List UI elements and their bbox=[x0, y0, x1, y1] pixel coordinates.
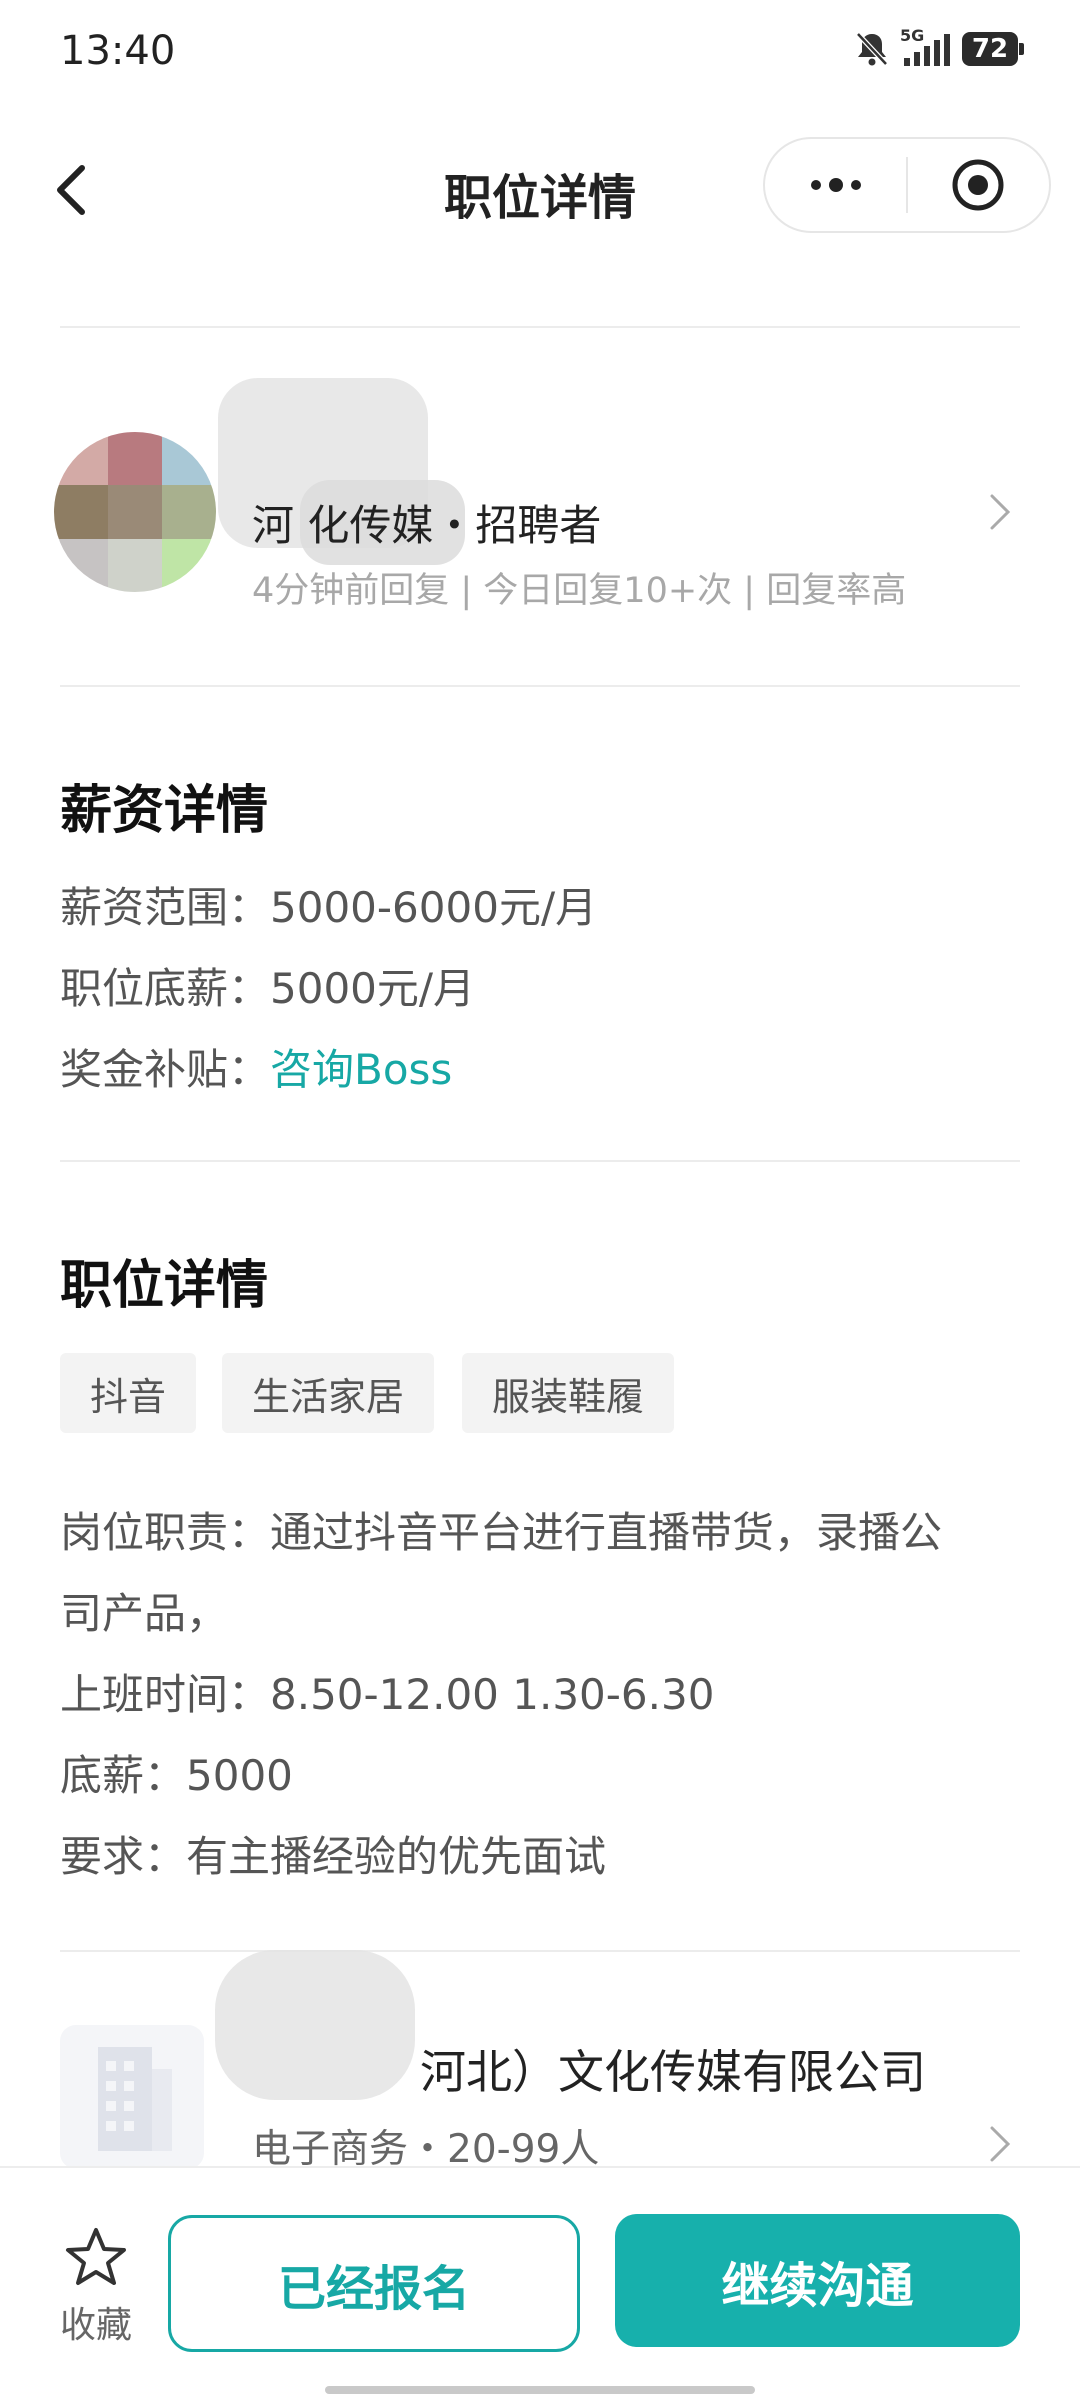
salary-range-label: 薪资范围： bbox=[60, 883, 271, 932]
status-icons: 5G 72 bbox=[854, 26, 1024, 68]
divider bbox=[60, 326, 1020, 328]
status-time: 13:40 bbox=[60, 28, 176, 74]
consult-boss-link[interactable]: 咨询Boss bbox=[270, 1045, 452, 1094]
job-section-title: 职位详情 bbox=[60, 1256, 269, 1316]
network-label: 5G bbox=[900, 26, 925, 45]
muted-bell-icon bbox=[856, 32, 888, 66]
company-name[interactable]: 河北）文化传媒有限公司 bbox=[420, 2036, 926, 2102]
chevron-right-icon bbox=[990, 2126, 1011, 2162]
home-indicator[interactable] bbox=[325, 2386, 755, 2394]
base-salary-value: 5000元/月 bbox=[270, 964, 476, 1013]
battery-level: 72 bbox=[971, 34, 1009, 64]
more-button[interactable] bbox=[765, 139, 906, 231]
battery-icon: 72 bbox=[962, 32, 1024, 66]
building-icon bbox=[98, 2047, 172, 2151]
divider bbox=[60, 685, 1020, 687]
description-line: 上班时间：8.50-12.00 1.30-6.30 bbox=[60, 1670, 715, 1719]
favorite-button[interactable]: 收藏 bbox=[52, 2226, 140, 2348]
base-salary-label: 职位底薪： bbox=[60, 964, 271, 1013]
company-logo[interactable] bbox=[60, 2025, 204, 2169]
miniprogram-capsule bbox=[763, 137, 1051, 233]
applied-button[interactable]: 已经报名 bbox=[168, 2215, 580, 2352]
recruiter-name: 河 化传媒・招聘者 bbox=[252, 501, 602, 550]
divider bbox=[60, 1160, 1020, 1162]
continue-chat-button[interactable]: 继续沟通 bbox=[615, 2214, 1020, 2347]
tag-douyin: 抖音 bbox=[60, 1353, 197, 1433]
divider bbox=[60, 1950, 1020, 1952]
description-line: 要求：有主播经验的优先面试 bbox=[60, 1832, 607, 1881]
avatar[interactable] bbox=[54, 432, 216, 592]
salary-range-value: 5000-6000元/月 bbox=[270, 883, 598, 932]
job-description: 岗位职责：通过抖音平台进行直播带货，录播公 司产品， 上班时间：8.50-12.… bbox=[60, 1492, 1020, 1897]
description-line: 岗位职责：通过抖音平台进行直播带货，录播公 bbox=[60, 1508, 943, 1557]
salary-range: 薪资范围：5000-6000元/月 bbox=[60, 874, 597, 935]
description-line: 司产品， bbox=[60, 1589, 229, 1638]
base-salary: 职位底薪：5000元/月 bbox=[60, 955, 475, 1016]
description-line: 底薪：5000 bbox=[60, 1751, 293, 1800]
bonus: 奖金补贴：咨询Boss bbox=[60, 1036, 452, 1097]
salary-section-title: 薪资详情 bbox=[60, 781, 269, 841]
more-dots-icon bbox=[810, 178, 861, 192]
close-target-button[interactable] bbox=[908, 139, 1049, 231]
target-icon bbox=[952, 159, 1004, 211]
bonus-label: 奖金补贴： bbox=[60, 1045, 271, 1094]
favorite-label: 收藏 bbox=[59, 2305, 132, 2346]
tag-apparel: 服装鞋履 bbox=[462, 1353, 675, 1433]
privacy-blur bbox=[215, 1950, 415, 2100]
tag-home-living: 生活家居 bbox=[222, 1353, 435, 1433]
star-icon bbox=[66, 2228, 126, 2285]
recruiter-meta: 4分钟前回复 | 今日回复10+次 | 回复率高 bbox=[252, 571, 907, 611]
signal-5g-icon: 5G bbox=[900, 26, 952, 68]
chevron-right-icon bbox=[990, 494, 1011, 530]
